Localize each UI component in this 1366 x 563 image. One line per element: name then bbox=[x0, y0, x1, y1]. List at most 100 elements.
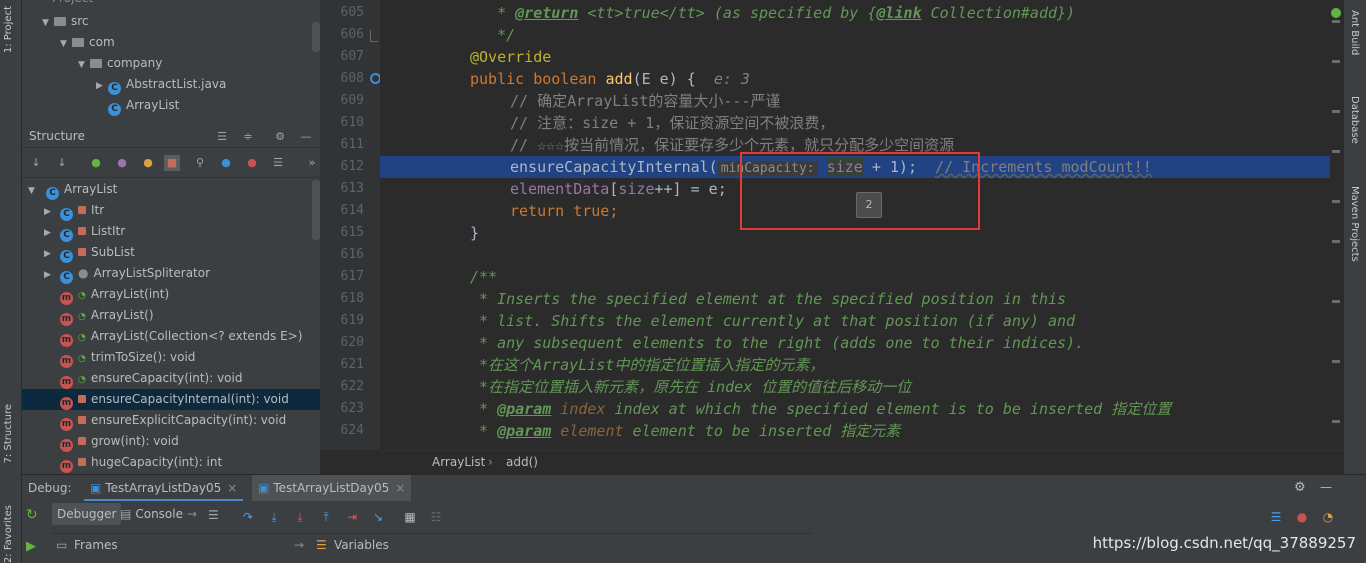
editor-scrollbar[interactable] bbox=[1330, 0, 1342, 450]
structure-item[interactable]: m grow(int): void bbox=[60, 431, 179, 452]
chevron-right-icon[interactable]: ▶ bbox=[44, 223, 56, 244]
database-tool-button[interactable]: Database bbox=[1349, 96, 1360, 144]
chevron-down-icon[interactable]: ▼ bbox=[78, 55, 90, 76]
structure-item[interactable]: ▶ C ● ArrayListSpliterator bbox=[44, 263, 210, 284]
minimize-icon[interactable]: — bbox=[1320, 480, 1332, 494]
inspection-ok-icon[interactable] bbox=[1331, 8, 1341, 18]
tree-item-com[interactable]: ▼ com bbox=[60, 32, 115, 53]
layout-icon[interactable]: ☰ bbox=[208, 508, 219, 522]
structure-item[interactable]: m ◔ ArrayList(Collection<? extends E>) bbox=[60, 326, 302, 347]
structure-item[interactable]: m ◔ ArrayList() bbox=[60, 305, 154, 326]
tab-debugger[interactable]: Debugger bbox=[52, 503, 122, 525]
debug-label: Debug: bbox=[28, 481, 72, 495]
method-icon: m bbox=[60, 292, 73, 305]
filter-icon[interactable]: ☰ bbox=[270, 155, 286, 171]
mute-breakpoints-icon[interactable]: ◔ bbox=[1320, 509, 1336, 525]
resume-icon[interactable]: ▶ bbox=[26, 539, 36, 554]
minimize-icon[interactable]: — bbox=[298, 129, 314, 145]
code-line-609: // 确定ArrayList的容量大小---严谨 bbox=[510, 92, 781, 110]
show-lambdas-icon[interactable]: ⚲ bbox=[192, 155, 208, 171]
autoscroll-to-source-icon[interactable]: ● bbox=[218, 155, 234, 171]
close-icon[interactable]: × bbox=[395, 481, 405, 495]
lock-icon bbox=[78, 248, 86, 256]
line-number: 612 bbox=[340, 159, 364, 174]
run-to-cursor-icon[interactable]: ↘ bbox=[370, 509, 386, 525]
more-icon[interactable]: » bbox=[304, 155, 320, 171]
structure-item[interactable]: m ensureExplicitCapacity(int): void bbox=[60, 410, 286, 431]
scroll-marker bbox=[1332, 20, 1340, 23]
code-line-607: @Override bbox=[470, 48, 552, 66]
rerun-icon[interactable]: ↻ bbox=[26, 507, 38, 523]
drop-frame-icon[interactable]: ⇥ bbox=[344, 509, 360, 525]
frames-icon: ▭ bbox=[56, 538, 68, 552]
project-scrollbar[interactable] bbox=[312, 22, 320, 52]
favorites-tool-button[interactable]: 2: Favorites bbox=[3, 505, 14, 563]
structure-item[interactable]: m hugeCapacity(int): int bbox=[60, 452, 222, 473]
structure-tool-button[interactable]: 7: Structure bbox=[3, 404, 14, 463]
tab-console[interactable]: ▤ Console → bbox=[120, 503, 197, 525]
show-execution-point-icon[interactable]: ↷ bbox=[240, 509, 256, 525]
code-line-617: /** bbox=[470, 268, 498, 286]
sort-alpha-icon[interactable]: ↓ bbox=[54, 155, 70, 171]
show-fields-icon[interactable]: ● bbox=[140, 155, 156, 171]
sort-visibility-icon[interactable]: ↓ bbox=[28, 155, 44, 171]
ant-build-tool-button[interactable]: Ant Build bbox=[1349, 10, 1360, 55]
gear-icon[interactable]: ⚙ bbox=[272, 129, 288, 145]
show-inherited-icon[interactable]: ● bbox=[88, 155, 104, 171]
chevron-down-icon[interactable]: ▼ bbox=[60, 34, 72, 55]
debug-session-tab[interactable]: ▣ TestArrayListDay05 × bbox=[84, 475, 244, 501]
chevron-down-icon[interactable]: ▼ bbox=[28, 181, 40, 202]
tree-item-abstractlist[interactable]: ▶ C AbstractList.java bbox=[96, 74, 226, 95]
code-line-621: *在这个ArrayList中的指定位置插入指定的元素， bbox=[470, 356, 825, 374]
maven-tool-button[interactable]: Maven Projects bbox=[1349, 186, 1360, 262]
show-properties-icon[interactable]: ● bbox=[114, 155, 130, 171]
chevron-right-icon[interactable]: ▶ bbox=[44, 265, 56, 286]
collapse-all-icon[interactable]: ≑ bbox=[240, 129, 256, 145]
breadcrumb-class[interactable]: ArrayList bbox=[432, 455, 485, 469]
structure-item-selected[interactable]: m ensureCapacityInternal(int): void bbox=[22, 389, 320, 410]
structure-item[interactable]: m ◔ ArrayList(int) bbox=[60, 284, 169, 305]
run-config-icon: ▣ bbox=[258, 481, 270, 495]
force-step-into-icon[interactable]: ⤒ bbox=[318, 509, 334, 525]
restore-layout-icon[interactable]: ☰ bbox=[1268, 509, 1284, 525]
structure-item[interactable]: ▶ C ListItr bbox=[44, 221, 125, 242]
expand-all-icon[interactable]: ☰ bbox=[214, 129, 230, 145]
close-icon[interactable]: × bbox=[227, 481, 237, 495]
project-tool-button[interactable]: 1: Project bbox=[3, 6, 14, 53]
structure-item[interactable]: ▶ C SubList bbox=[44, 242, 135, 263]
chevron-right-icon[interactable]: ▶ bbox=[44, 244, 56, 265]
chevron-down-icon[interactable]: ▼ bbox=[42, 13, 54, 34]
structure-scrollbar[interactable] bbox=[312, 180, 320, 240]
gear-icon[interactable]: ⚙ bbox=[1294, 480, 1306, 495]
tree-item-company[interactable]: ▼ company bbox=[78, 53, 162, 74]
breakpoints-icon[interactable]: ● bbox=[1294, 509, 1310, 525]
settings-grid-icon[interactable]: ☷ bbox=[428, 509, 444, 525]
step-into-icon[interactable]: ⤓ bbox=[292, 509, 308, 525]
show-anonymous-icon[interactable]: ● bbox=[244, 155, 260, 171]
chevron-right-icon[interactable]: ▶ bbox=[44, 202, 56, 223]
class-icon: C bbox=[60, 250, 73, 263]
structure-root[interactable]: ▼ C ArrayList bbox=[28, 179, 117, 200]
fold-marker-icon[interactable] bbox=[370, 30, 378, 42]
chevron-right-icon[interactable]: ▶ bbox=[96, 76, 108, 97]
structure-toolbar: ↓ ↓ ● ● ● ■ ⚲ ● ● ☰ » bbox=[22, 148, 320, 178]
line-number: 621 bbox=[340, 357, 364, 372]
scroll-marker bbox=[1332, 300, 1340, 303]
tree-item-src[interactable]: ▼ src bbox=[42, 11, 89, 32]
evaluate-expression-icon[interactable]: ▦ bbox=[402, 509, 418, 525]
structure-item[interactable]: ▶ C Itr bbox=[44, 200, 104, 221]
debug-session-tab-active[interactable]: ▣ TestArrayListDay05 × bbox=[252, 475, 412, 501]
structure-item[interactable]: m ◔ trimToSize(): void bbox=[60, 347, 195, 368]
step-over-icon[interactable]: ⤓ bbox=[266, 509, 282, 525]
show-non-public-icon[interactable]: ■ bbox=[164, 155, 180, 171]
class-icon: C bbox=[60, 229, 73, 242]
tree-item-arraylist[interactable]: C ArrayList bbox=[108, 95, 179, 116]
structure-item[interactable]: m ◔ ensureCapacity(int): void bbox=[60, 368, 242, 389]
method-icon: m bbox=[60, 376, 73, 389]
line-number: 605 bbox=[340, 5, 364, 20]
breadcrumb-method[interactable]: add() bbox=[506, 455, 538, 469]
code-line-623: * @param index index at which the specif… bbox=[470, 400, 1172, 418]
line-number: 615 bbox=[340, 225, 364, 240]
method-icon: m bbox=[60, 397, 73, 410]
pin-icon[interactable]: → bbox=[294, 538, 304, 552]
